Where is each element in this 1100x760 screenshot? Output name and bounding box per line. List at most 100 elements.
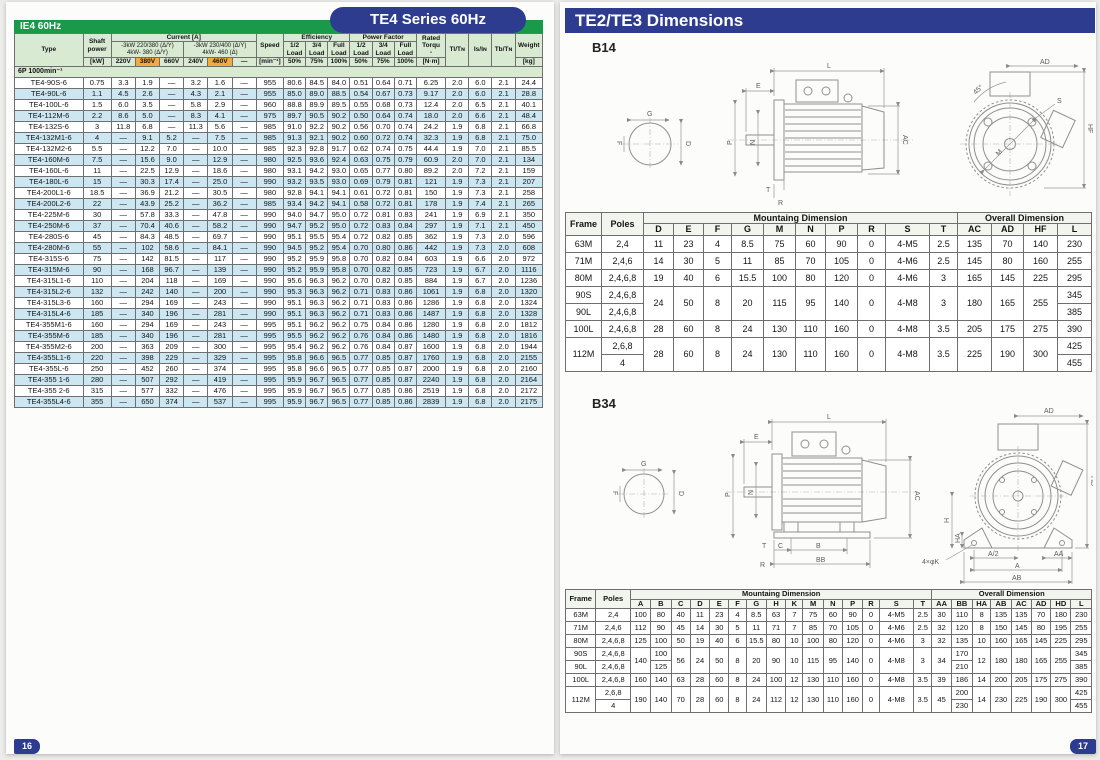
table-cell: 93.1 — [283, 165, 305, 176]
table-cell: S — [879, 599, 914, 609]
table-cell: 88.8 — [283, 99, 305, 110]
table-cell: TE4-355L1-6 — [15, 352, 84, 363]
table-cell: 0.65 — [350, 165, 372, 176]
table-cell: — — [232, 121, 256, 132]
dim-label-m: M — [995, 148, 1004, 157]
table-cell: 75 — [764, 235, 796, 252]
table-cell: 95.8 — [283, 352, 305, 363]
table-cell: 242 — [135, 286, 159, 297]
table-cell: 100 — [766, 674, 785, 687]
table-cell: 1.9 — [446, 209, 469, 220]
table-cell: 995 — [256, 385, 283, 396]
table-cell: 207 — [515, 176, 542, 187]
table-cell: 332 — [160, 385, 184, 396]
table-cell: HF — [1024, 224, 1058, 235]
table-cell: 6P 1000min⁻¹ — [15, 66, 543, 77]
table-cell: 6.6 — [469, 110, 492, 121]
table-cell: 4-M8 — [886, 320, 930, 337]
table-cell: 0.77 — [350, 396, 372, 407]
table-cell: 28 — [644, 337, 674, 371]
table-cell: 94.7 — [283, 220, 305, 231]
table-cell: 1944 — [515, 341, 542, 352]
table-cell: 3.3 — [111, 77, 135, 88]
table-cell: 0.62 — [350, 143, 372, 154]
table-row: FramePolesMountaing DimensionOverall Dim… — [566, 590, 1092, 600]
table-cell: 0.84 — [372, 319, 394, 330]
table-cell: 145 — [958, 252, 992, 269]
table-cell: 0 — [863, 635, 879, 648]
table-cell: 1324 — [515, 297, 542, 308]
table-cell: 374 — [208, 363, 232, 374]
table-cell: 0.83 — [372, 286, 394, 297]
table-cell: 10.0 — [208, 143, 232, 154]
table-cell: — — [111, 253, 135, 264]
table-cell: 118 — [160, 275, 184, 286]
table-cell: 7 — [786, 622, 803, 635]
table-cell: 0 — [863, 609, 879, 622]
table-row: TE4-315L1-6110—204118—169—99095.696.396.… — [15, 275, 543, 286]
table-cell: 4 — [729, 609, 746, 622]
table-cell: 3.5 — [930, 337, 958, 371]
table-cell: 6.8 — [469, 396, 492, 407]
table-cell: 972 — [515, 253, 542, 264]
table-cell: — — [184, 154, 208, 165]
table-cell: 32 — [932, 622, 951, 635]
table-cell: 6.8 — [469, 121, 492, 132]
table-cell: 7.5 — [208, 132, 232, 143]
table-row: 80M2,4,6,8125100501940615.58010100801200… — [566, 635, 1092, 648]
table-cell: — — [111, 209, 135, 220]
table-cell: 139 — [208, 264, 232, 275]
table-row: 90S2,4,6,814010056245082090101159514004-… — [566, 648, 1092, 661]
table-cell: 1.9 — [446, 330, 469, 341]
table-cell: 85.5 — [515, 143, 542, 154]
table-cell: 90 — [651, 622, 671, 635]
table-cell: — — [111, 297, 135, 308]
table-row: FramePolesMountaing DimensionOverall Dim… — [566, 213, 1092, 224]
table-cell: 94.7 — [306, 209, 328, 220]
table-cell: 96.2 — [328, 341, 350, 352]
table-cell: 3.5 — [930, 320, 958, 337]
dim-label-aa: AA — [1054, 551, 1064, 558]
table-cell: 2.1 — [492, 209, 515, 220]
table-cell: — — [184, 341, 208, 352]
table-cell: 2,4,6,8 — [596, 661, 631, 674]
table-cell: 362 — [416, 231, 445, 242]
table-cell: 28 — [690, 674, 709, 687]
table-cell: 0.71 — [350, 297, 372, 308]
table-cell: 4 — [83, 132, 111, 143]
table-cell: 10 — [973, 635, 991, 648]
table-cell: — — [232, 242, 256, 253]
table-cell: 6.7 — [469, 264, 492, 275]
table-cell: 2.0 — [492, 231, 515, 242]
b34-dimension-table: FramePolesMountaing DimensionOverall Dim… — [565, 589, 1092, 713]
table-cell: 960 — [256, 99, 283, 110]
table-cell: 2.0 — [446, 99, 469, 110]
table-cell: AB — [991, 599, 1011, 609]
table-cell: 2519 — [416, 385, 445, 396]
table-cell: 452 — [135, 363, 159, 374]
table-cell: 608 — [515, 242, 542, 253]
table-cell: 12.9 — [208, 154, 232, 165]
table-cell: 955 — [256, 88, 283, 99]
table-cell: 0.64 — [372, 77, 394, 88]
table-cell: 295 — [1058, 269, 1092, 286]
table-cell: 160 — [826, 337, 858, 371]
table-cell: 60 — [674, 337, 704, 371]
table-cell: 1061 — [416, 286, 445, 297]
table-cell: 96.6 — [306, 363, 328, 374]
table-cell: 1.9 — [446, 176, 469, 187]
table-cell: 89.2 — [416, 165, 445, 176]
table-row: TE4-180L-615—30.317.4—25.0—99093.293.593… — [15, 176, 543, 187]
table-cell: 94.5 — [283, 242, 305, 253]
table-cell: 0.56 — [350, 121, 372, 132]
b14-drawing: G D F L E P N T R AC — [578, 56, 1093, 208]
table-cell: — — [184, 187, 208, 198]
table-cell: 95.2 — [306, 220, 328, 231]
table-cell: — — [232, 154, 256, 165]
table-cell: 190 — [992, 337, 1024, 371]
table-cell: 96.2 — [328, 330, 350, 341]
table-cell: 12.9 — [160, 165, 184, 176]
table-cell: 350 — [515, 209, 542, 220]
table-cell: 0.77 — [350, 374, 372, 385]
table-cell: 980 — [256, 154, 283, 165]
